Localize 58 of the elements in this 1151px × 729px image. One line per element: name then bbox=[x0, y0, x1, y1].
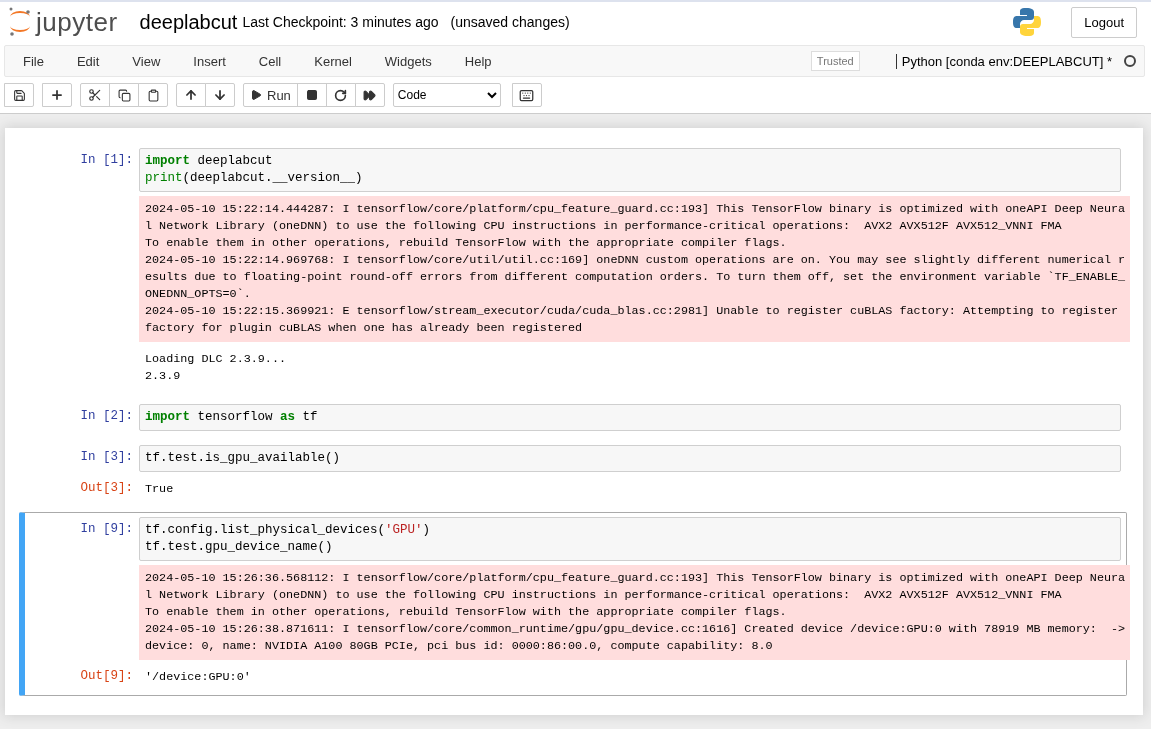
stderr-output: 2024-05-10 15:26:36.568112: I tensorflow/core/platform/cpu_feature_guard.cc:193] This TensorFlow binary is optimized with oneAPI Deep Neura l Network Library (oneDNN) to use the following CPU instructions in performance-critical operations: AVX2 AVX512F AVX512_VNNI FMA To enable them in other operations, rebuild TensorFlow with the appropriate compiler flags. 2024-05-10 15:26:38.871611: I tensorflow/core/common_runtime/gpu/gpu_device.cc:1616] Created device /device:GPU:0 with 78919 MB memory: -> device: 0, name: NVIDIA A100 80GB PCIe, pci bus id: 0000:86:00.0, compute capability: 8.0 bbox=[139, 565, 1131, 660]
add-cell-button[interactable] bbox=[42, 83, 72, 107]
keyboard-button[interactable] bbox=[511, 83, 542, 107]
menu-item[interactable]: Widgets bbox=[370, 53, 446, 69]
menu-item[interactable]: Help bbox=[450, 53, 506, 69]
move-up-button[interactable] bbox=[176, 83, 206, 107]
paste-button[interactable] bbox=[138, 83, 168, 107]
fast-forward-button[interactable] bbox=[354, 83, 385, 107]
logout-button[interactable]: Logout bbox=[1071, 6, 1137, 38]
copy-icon bbox=[117, 88, 131, 102]
output-prompt: Out[9]: bbox=[80, 668, 133, 685]
stop-icon bbox=[305, 89, 318, 101]
code-input[interactable]: tf.config.list_physical_devices('GPU') tf.test.gpu_device_name() bbox=[139, 517, 1121, 561]
menu-item[interactable]: Insert bbox=[179, 53, 240, 69]
menu-item[interactable]: View bbox=[118, 53, 175, 69]
menu-item[interactable]: File bbox=[9, 53, 58, 69]
input-prompt: In [1]: bbox=[80, 152, 133, 169]
notebook-cell[interactable]: In [2]: import tensorflow as tf bbox=[19, 399, 1127, 436]
save-button[interactable] bbox=[4, 83, 34, 107]
input-prompt: In [9]: bbox=[80, 521, 133, 538]
fast-forward-icon bbox=[363, 88, 377, 102]
menu-item[interactable]: Cell bbox=[244, 53, 296, 69]
python-logo-icon bbox=[1013, 7, 1042, 37]
jupyter-logo[interactable]: jupyter bbox=[8, 6, 118, 38]
checkpoint-status: Last Checkpoint: 3 minutes ago bbox=[242, 14, 439, 30]
run-button[interactable]: Run bbox=[243, 83, 298, 107]
restart-button[interactable] bbox=[325, 83, 356, 107]
result-output: '/device:GPU:0' bbox=[144, 669, 252, 686]
stream-output: Loading DLC 2.3.9... 2.3.9 bbox=[144, 351, 288, 385]
menu-item[interactable]: Kernel bbox=[300, 53, 366, 69]
code-input[interactable]: tf.test.is_gpu_available() bbox=[139, 445, 1121, 472]
clipboard-icon bbox=[146, 88, 160, 102]
play-icon bbox=[250, 89, 262, 101]
autosave-status: (unsaved changes) bbox=[450, 14, 570, 30]
menu-item[interactable]: Edit bbox=[62, 53, 114, 69]
stderr-output: 2024-05-10 15:22:14.444287: I tensorflow/core/platform/cpu_feature_guard.cc:193] This TensorFlow binary is optimized with oneAPI Deep Neura l Network Library (oneDNN) to use the following CPU instructions in performance-critical operations: AVX2 AVX512F AVX512_VNNI FMA To enable them in other operations, rebuild TensorFlow with the appropriate compiler flags. 2024-05-10 15:22:14.969768: I tensorflow/core/util/util.cc:169] oneDNN custom operations are on. You may see slightly different numerical r esults due to floating-point round-off errors from different computation orders. To turn them off, set the environment variable `TF_ENABLE_ ONEDNN_OPTS=0`. 2024-05-10 15:22:15.369921: E tensorflow/stream_executor/cuda/cuda_blas.cc:2981] Unable to register cuBLAS factory: Attempting to register factory for plugin cuBLAS when one has already been registered bbox=[139, 196, 1131, 342]
notebook-cell[interactable] bbox=[19, 512, 1127, 696]
copy-button[interactable] bbox=[109, 83, 139, 107]
save-icon bbox=[12, 88, 26, 102]
notebook-name[interactable]: deeplabcut bbox=[139, 10, 238, 34]
code-input[interactable]: import deeplabcut print(deeplabcut.__version__) bbox=[139, 148, 1121, 192]
output-prompt: Out[3]: bbox=[80, 480, 133, 497]
code-input[interactable]: import tensorflow as tf bbox=[139, 404, 1121, 431]
trusted-indicator[interactable]: Trusted bbox=[810, 51, 860, 71]
notebook-cell[interactable]: In [3]: tf.test.is_gpu_available() Out[3]: True bbox=[19, 440, 1127, 508]
move-down-button[interactable] bbox=[205, 83, 235, 107]
keyboard-icon bbox=[519, 87, 535, 103]
cut-button[interactable] bbox=[80, 83, 110, 107]
restart-icon bbox=[334, 88, 348, 102]
plus-icon bbox=[50, 88, 64, 102]
scissors-icon bbox=[88, 88, 102, 102]
input-prompt: In [3]: bbox=[80, 449, 133, 466]
stop-button[interactable] bbox=[296, 83, 327, 107]
logo-icon bbox=[8, 7, 32, 37]
input-prompt: In [2]: bbox=[80, 408, 133, 425]
kernel-name: Python [conda env:DEEPLABCUT] * bbox=[895, 53, 1112, 69]
cell-type-select[interactable]: Code bbox=[392, 83, 501, 107]
result-output: True bbox=[144, 481, 175, 498]
